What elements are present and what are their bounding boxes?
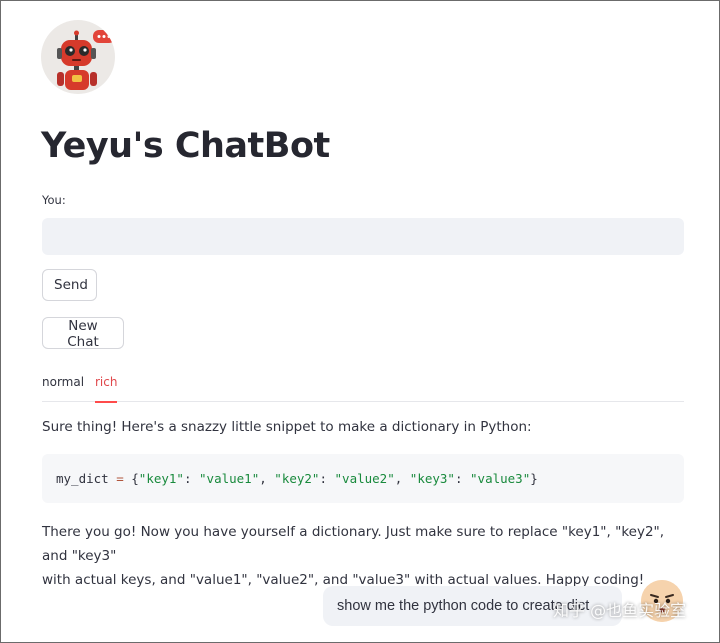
code-assign: = — [108, 471, 132, 486]
code-brace-open: { — [131, 471, 139, 486]
user-message-text: show me the python code to create dict — [337, 598, 590, 614]
robot-icon — [41, 20, 115, 94]
input-label: You: — [42, 193, 66, 207]
response-paragraph: There you go! Now you have yourself a di… — [42, 520, 684, 592]
code-comma: , — [394, 471, 410, 486]
code-colon: : — [319, 471, 335, 486]
code-colon: : — [454, 471, 471, 486]
message-input[interactable] — [42, 218, 684, 255]
code-value: "value3" — [470, 471, 531, 486]
code-key: "key1" — [138, 471, 184, 486]
page-title: Yeyu's ChatBot — [41, 126, 330, 166]
new-chat-button[interactable]: New Chat — [42, 317, 124, 350]
response-intro: Sure thing! Here's a snazzy little snipp… — [42, 419, 532, 435]
code-brace-close: } — [530, 471, 538, 486]
code-value: "value2" — [334, 471, 395, 486]
code-variable: my_dict — [56, 471, 109, 486]
code-key: "key3" — [409, 471, 455, 486]
tab-normal[interactable]: normal — [42, 374, 84, 402]
tab-bar: normal rich — [42, 372, 684, 403]
code-block: my_dict = {"key1": "value1", "key2": "va… — [42, 454, 684, 503]
code-line: my_dict = {"key1": "value1", "key2": "va… — [56, 471, 538, 486]
code-value: "value1" — [199, 471, 260, 486]
tab-rich[interactable]: rich — [95, 374, 118, 403]
code-comma: , — [259, 471, 275, 486]
response-line: There you go! Now you have yourself a di… — [42, 524, 665, 564]
app-frame: Yeyu's ChatBot You: Send New Chat normal… — [0, 0, 720, 643]
watermark: 知乎 @也鱼实验室 — [553, 601, 687, 620]
code-key: "key2" — [274, 471, 320, 486]
send-button[interactable]: Send — [42, 269, 97, 301]
code-colon: : — [183, 471, 200, 486]
